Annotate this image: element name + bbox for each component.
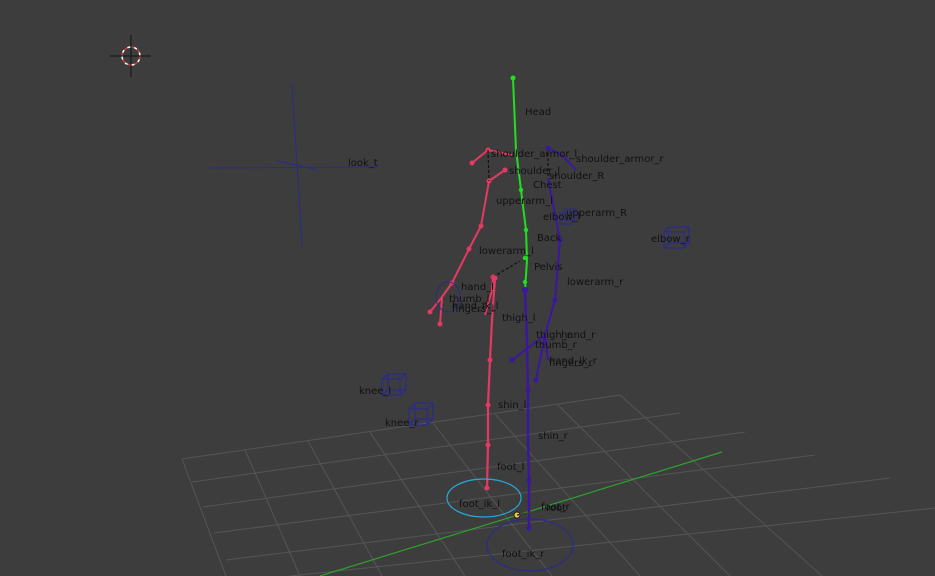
label-thigh-l: thigh_l: [502, 313, 536, 324]
label-head: Head: [525, 107, 551, 118]
label-lowerarm-l: lowerarm_l: [479, 246, 534, 257]
viewport-canvas[interactable]: Head shoulder_armor_l shoulder_armor_r s…: [0, 0, 935, 576]
label-shoulder-armor-r: shoulder_armor_r: [576, 154, 664, 165]
label-shoulder-armor-l: shoulder_armor_l: [491, 149, 577, 160]
label-foot-l: foot_l: [497, 462, 524, 473]
label-look-t: look_t: [348, 158, 378, 169]
label-chest: Chest: [533, 180, 562, 191]
label-elbow-l: elbow_l: [543, 212, 580, 223]
label-knee-r: knee_r: [385, 418, 419, 429]
label-shin-l: shin_l: [498, 400, 526, 411]
label-fingers-l: fingers_l: [452, 304, 494, 315]
label-root: root: [546, 503, 566, 514]
label-hand-l: hand_l: [461, 282, 494, 293]
label-upperarm-l: upperarm_l: [496, 196, 553, 207]
label-back: Back: [537, 233, 561, 244]
label-knee-l: knee_l: [359, 386, 391, 397]
label-elbow-r: elbow_r: [651, 234, 691, 245]
3d-cursor-icon[interactable]: [110, 35, 151, 77]
label-shin-r: shin_r: [538, 431, 569, 442]
label-lowerarm-r: lowerarm_r: [567, 277, 624, 288]
3d-viewport[interactable]: Head shoulder_armor_l shoulder_armor_r s…: [0, 0, 935, 576]
label-fingers-r: fingers_r: [549, 358, 593, 369]
label-thumb-r: thumb_r: [535, 340, 578, 351]
floor-grid: [181, 394, 935, 576]
label-pelvis: Pelvis: [534, 262, 563, 273]
label-foot-ik-r: foot_ik_r: [502, 549, 545, 560]
label-foot-ik-l: foot_ik_l: [459, 499, 500, 510]
